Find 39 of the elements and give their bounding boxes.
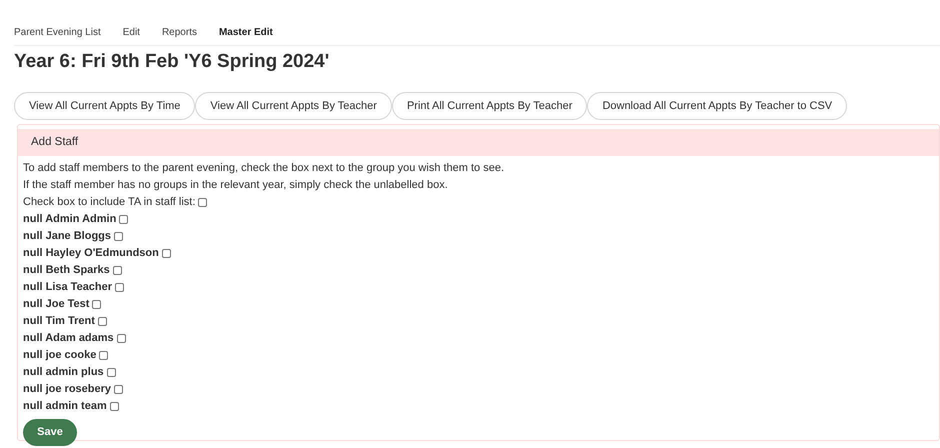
checkbox[interactable] — [198, 198, 208, 207]
staff-name: null Beth Sparks — [23, 263, 110, 278]
checkbox[interactable] — [116, 334, 126, 343]
page-title: Year 6: Fri 9th Feb 'Y6 Spring 2024' — [14, 50, 330, 74]
staff-name: null admin team — [23, 399, 107, 414]
action-button[interactable]: View All Current Appts By Teacher — [195, 92, 392, 120]
staff-name: null Admin Admin — [23, 212, 116, 228]
staff-name: null Tim Trent — [23, 314, 95, 330]
checkbox[interactable] — [112, 266, 122, 275]
checkbox[interactable] — [106, 368, 116, 377]
checkbox[interactable] — [119, 215, 128, 224]
action-button[interactable]: View All Current Appts By Time — [14, 92, 196, 120]
staff-name: null admin plus — [23, 365, 104, 380]
save-button[interactable]: Save — [23, 419, 77, 446]
checkbox[interactable] — [92, 300, 102, 309]
nav-link[interactable]: Edit — [122, 25, 140, 40]
staff-name: null Adam adams — [23, 331, 114, 346]
checkbox-label: Check box to include TA in staff list: — [23, 195, 196, 210]
checkbox[interactable] — [99, 351, 108, 360]
staff-name: null Jane Bloggs — [23, 229, 112, 244]
checkbox[interactable] — [162, 249, 171, 258]
checkbox[interactable] — [114, 385, 124, 394]
checkbox[interactable] — [98, 317, 107, 326]
nav-link[interactable]: Reports — [162, 25, 197, 40]
nav-link[interactable]: Parent Evening List — [14, 25, 101, 40]
staff-name: null joe cooke — [23, 348, 96, 364]
staff-name: null Lisa Teacher — [23, 280, 112, 296]
staff-name: null Hayley O'Edmundson — [23, 246, 159, 262]
instruction-text: If the staff member has no groups in the relevant year, simply check the unlabelled box. — [23, 178, 448, 194]
checkbox[interactable] — [110, 402, 119, 411]
action-button[interactable]: Download All Current Appts By Teacher to CSV — [587, 92, 848, 120]
instruction-text: To add staff members to the parent evening, check the box next to the group you wish them to see. — [23, 161, 504, 176]
staff-name: null joe rosebery — [23, 382, 112, 398]
nav-link[interactable]: Master Edit — [218, 25, 273, 40]
panel-header: Add Staff — [18, 129, 939, 156]
checkbox[interactable] — [115, 283, 124, 292]
action-button[interactable]: Print All Current Appts By Teacher — [392, 92, 588, 120]
staff-name: null Joe Test — [23, 297, 90, 312]
checkbox[interactable] — [114, 232, 124, 241]
